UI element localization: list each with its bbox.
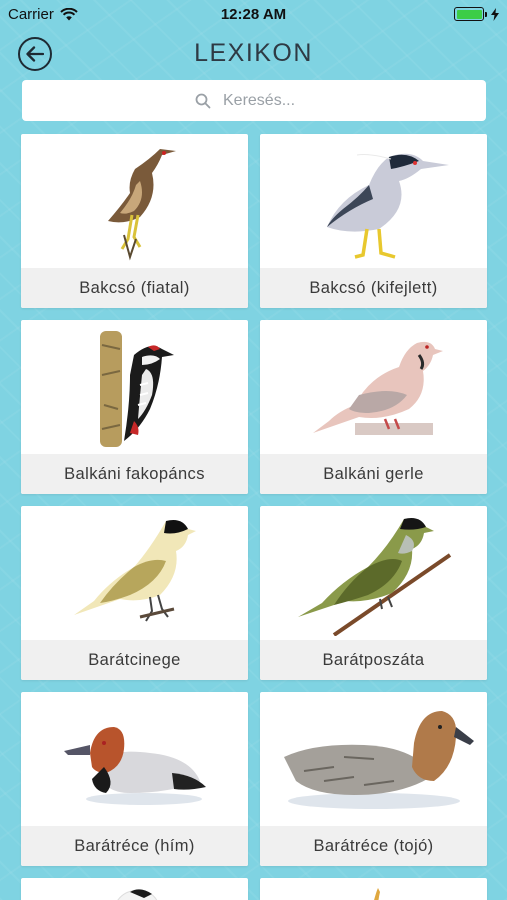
status-right <box>454 7 499 21</box>
bird-label: Bakcsó (kifejlett) <box>260 268 487 308</box>
search-input[interactable] <box>223 91 313 110</box>
search-icon <box>195 93 211 109</box>
battery-level <box>456 9 482 19</box>
bird-card[interactable]: Barátposzáta <box>260 506 487 680</box>
bird-image <box>260 506 487 640</box>
bird-image <box>260 134 487 268</box>
bird-label: Bakcsó (fiatal) <box>21 268 248 308</box>
bird-image <box>260 878 487 900</box>
bird-label: Balkáni fakopáncs <box>21 454 248 494</box>
status-bar: Carrier 12:28 AM <box>0 0 507 28</box>
back-arrow-icon <box>26 46 44 62</box>
charging-bolt-icon <box>491 7 499 21</box>
bird-grid: Bakcsó (fiatal) Bakcsó (kifejlett) Balká… <box>21 134 487 900</box>
bird-card[interactable]: Barátréce (tojó) <box>260 692 487 866</box>
bird-card[interactable]: Bakcsó (fiatal) <box>21 134 248 308</box>
bird-card[interactable]: Bakcsó (kifejlett) <box>260 134 487 308</box>
bird-card-partial[interactable] <box>21 878 248 900</box>
bird-label: Barátréce (tojó) <box>260 826 487 866</box>
bird-label: Barátcinege <box>21 640 248 680</box>
bird-image <box>260 320 487 454</box>
bird-label: Barátposzáta <box>260 640 487 680</box>
page-title: LEXIKON <box>194 38 313 67</box>
header: LEXIKON <box>0 28 507 78</box>
bird-label: Balkáni gerle <box>260 454 487 494</box>
bird-image <box>260 692 487 826</box>
bird-card[interactable]: Barátréce (hím) <box>21 692 248 866</box>
bird-card[interactable]: Balkáni fakopáncs <box>21 320 248 494</box>
bird-label: Barátréce (hím) <box>21 826 248 866</box>
bird-image <box>21 320 248 454</box>
bird-image <box>21 506 248 640</box>
bird-image <box>21 878 248 900</box>
battery-icon <box>454 7 487 21</box>
bird-card[interactable]: Balkáni gerle <box>260 320 487 494</box>
status-time: 12:28 AM <box>220 5 287 23</box>
back-button[interactable] <box>18 37 52 71</box>
bird-card[interactable]: Barátcinege <box>21 506 248 680</box>
bird-card-partial[interactable] <box>260 878 487 900</box>
bird-image <box>21 692 248 826</box>
bird-image <box>21 134 248 268</box>
search-box[interactable] <box>22 80 486 121</box>
